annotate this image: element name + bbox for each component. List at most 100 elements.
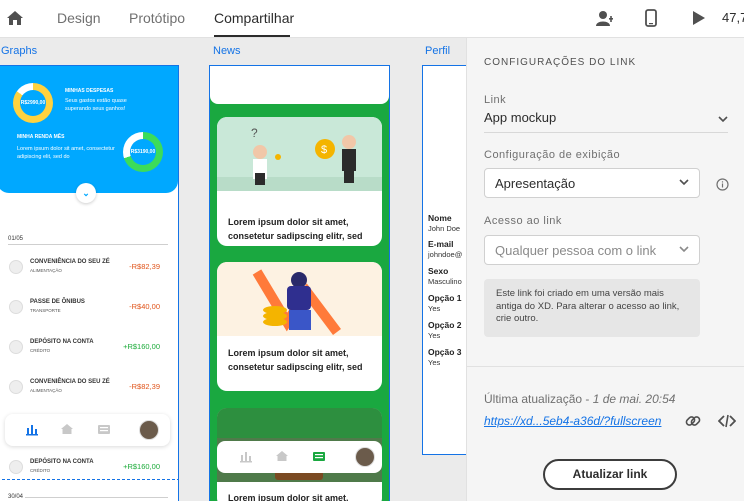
profile-field-value: Yes xyxy=(428,331,441,340)
graphs-bottom-nav xyxy=(5,414,170,446)
profile-field-value: johndoe@ xyxy=(428,250,463,259)
copy-link-icon[interactable] xyxy=(684,412,702,430)
money-icon xyxy=(9,460,23,474)
transaction-row[interactable]: DEPÓSITO NA CONTA CRÉDITO +R$160,00 xyxy=(5,456,170,486)
transaction-title: DEPÓSITO NA CONTA xyxy=(30,459,94,465)
shop-icon xyxy=(9,260,23,274)
access-select[interactable]: Qualquer pessoa com o link xyxy=(484,235,700,265)
profile-field-label: Opção 1 xyxy=(428,293,462,303)
home-icon[interactable] xyxy=(5,8,25,28)
transaction-value: +R$160,00 xyxy=(123,342,160,351)
business-illustration: $ ? xyxy=(217,117,382,191)
transaction-value: -R$82,39 xyxy=(129,262,160,271)
avatar[interactable] xyxy=(355,447,375,467)
display-setting-label: Configuração de exibição xyxy=(484,149,621,161)
income-text: Lorem ipsum dolor sit amet, consectetur … xyxy=(17,146,115,160)
svg-text:$: $ xyxy=(321,144,327,156)
expenses-title: MINHAS DESPESAS xyxy=(65,88,114,94)
news-card[interactable]: Lorem ipsum dolor sit amet, consetetur s… xyxy=(217,262,382,391)
update-link-button[interactable]: Atualizar link xyxy=(543,459,677,490)
link-label: Link xyxy=(484,94,507,106)
transaction-value: -R$40,00 xyxy=(129,302,160,311)
news-icon[interactable] xyxy=(97,422,111,436)
artboard-perfil[interactable]: Nome John Doe E-mail johndoe@ Sexo Mascu… xyxy=(422,65,466,455)
news-card-text: Lorem ipsum dolor sit amet, consetetur s… xyxy=(228,348,363,372)
display-setting-select[interactable]: Apresentação xyxy=(484,168,700,198)
transaction-row[interactable]: PASSE DE ÔNIBUS TRANSPORTE -R$40,00 xyxy=(5,296,170,326)
artboard-label-graphs[interactable]: Graphs xyxy=(1,45,37,57)
mobile-preview-icon[interactable] xyxy=(641,8,661,28)
profile-field-label: Opção 3 xyxy=(428,347,462,357)
profile-field-value: Yes xyxy=(428,358,441,367)
transaction-category: ALIMENTAÇÃO xyxy=(30,268,62,273)
profile-field-label: Nome xyxy=(428,213,452,223)
transaction-category: ALIMENTAÇÃO xyxy=(30,388,62,393)
transaction-category: CRÉDITO xyxy=(30,468,51,473)
active-tab-indicator xyxy=(214,35,290,37)
tab-prototype[interactable]: Protótipo xyxy=(129,10,185,26)
transaction-title: CONVENIÊNCIA DO SEU ZÉ xyxy=(30,259,110,265)
date-divider xyxy=(25,497,168,498)
transaction-category: TRANSPORTE xyxy=(30,308,61,313)
artboard-graphs[interactable]: R$2990,00 MINHAS DESPESAS Seus gastos es… xyxy=(0,65,179,501)
profile-field-label: Sexo xyxy=(428,266,449,276)
last-updated-label: Última atualização - xyxy=(484,392,593,406)
play-icon[interactable] xyxy=(688,8,708,28)
artboard-news[interactable]: $ ? Lorem ipsum dolor sit amet, consetet… xyxy=(209,65,390,501)
transaction-value: +R$160,00 xyxy=(123,462,160,471)
expenses-text: Seus gastos estão quase superando seus g… xyxy=(65,98,127,112)
link-underline xyxy=(484,132,728,133)
artboard-label-news[interactable]: News xyxy=(213,45,241,57)
date-divider xyxy=(8,244,168,245)
home-icon[interactable] xyxy=(60,422,74,436)
news-icon[interactable] xyxy=(312,449,326,463)
transaction-row[interactable]: DEPÓSITO NA CONTA CRÉDITO +R$160,00 xyxy=(5,336,170,366)
tab-share[interactable]: Compartilhar xyxy=(214,10,294,26)
income-donut: R$3190,00 xyxy=(123,132,163,172)
expand-chevron-button[interactable]: ⌄ xyxy=(76,183,96,203)
avatar[interactable] xyxy=(139,420,159,440)
finance-summary-card: R$2990,00 MINHAS DESPESAS Seus gastos es… xyxy=(0,66,178,193)
chevron-down-icon xyxy=(679,179,689,186)
news-card[interactable]: $ ? Lorem ipsum dolor sit amet, consetet… xyxy=(217,117,382,246)
legacy-link-notice: Este link foi criado em uma versão mais … xyxy=(484,279,700,337)
date-label: 01/05 xyxy=(8,236,24,242)
chevron-down-icon[interactable] xyxy=(718,114,728,124)
panel-title: CONFIGURAÇÕES DO LINK xyxy=(484,57,637,68)
design-canvas[interactable]: Graphs News Perfil R$2990,00 MINHAS DESP… xyxy=(0,38,466,501)
share-link-url[interactable]: https://xd...5eb4-a36d/?fullscreen xyxy=(484,414,661,428)
display-setting-value: Apresentação xyxy=(495,176,576,191)
news-bottom-nav xyxy=(217,441,382,473)
transaction-value: -R$82,39 xyxy=(129,382,160,391)
news-card-text: Lorem ipsum dolor sit amet, xyxy=(228,493,349,501)
transaction-title: CONVENIÊNCIA DO SEU ZÉ xyxy=(30,379,110,385)
tab-design[interactable]: Design xyxy=(57,10,101,26)
income-title: MINHA RENDA MÊS xyxy=(17,134,65,140)
chart-icon[interactable] xyxy=(239,449,253,463)
access-select-value: Qualquer pessoa com o link xyxy=(495,243,657,258)
stress-illustration xyxy=(217,262,382,336)
transaction-row[interactable]: CONVENIÊNCIA DO SEU ZÉ ALIMENTAÇÃO -R$82… xyxy=(5,256,170,286)
info-icon[interactable] xyxy=(716,178,729,191)
zoom-level[interactable]: 47,7 xyxy=(722,10,744,25)
transaction-row[interactable]: CONVENIÊNCIA DO SEU ZÉ ALIMENTAÇÃO -R$82… xyxy=(5,376,170,406)
profile-field-value: John Doe xyxy=(428,224,461,233)
money-icon xyxy=(9,340,23,354)
chevron-down-icon xyxy=(679,246,689,253)
news-header xyxy=(210,66,389,104)
last-updated-date: 1 de mai. 20:54 xyxy=(592,392,676,406)
access-label: Acesso ao link xyxy=(484,215,562,227)
income-value: R$3190,00 xyxy=(130,139,156,165)
add-user-icon[interactable] xyxy=(594,8,614,28)
top-toolbar: Design Protótipo Compartilhar 47,7 xyxy=(0,0,744,38)
artboard-label-perfil[interactable]: Perfil xyxy=(425,45,450,57)
home-icon[interactable] xyxy=(275,449,289,463)
link-select-value[interactable]: App mockup xyxy=(484,110,556,125)
transaction-title: PASSE DE ÔNIBUS xyxy=(30,299,85,305)
last-updated: Última atualização - 1 de mai. 20:54 xyxy=(484,392,675,406)
chart-icon[interactable] xyxy=(25,422,39,436)
profile-field-label: Opção 2 xyxy=(428,320,462,330)
embed-code-icon[interactable] xyxy=(718,412,736,430)
profile-field-label: E-mail xyxy=(428,239,454,249)
transaction-category: CRÉDITO xyxy=(30,348,51,353)
